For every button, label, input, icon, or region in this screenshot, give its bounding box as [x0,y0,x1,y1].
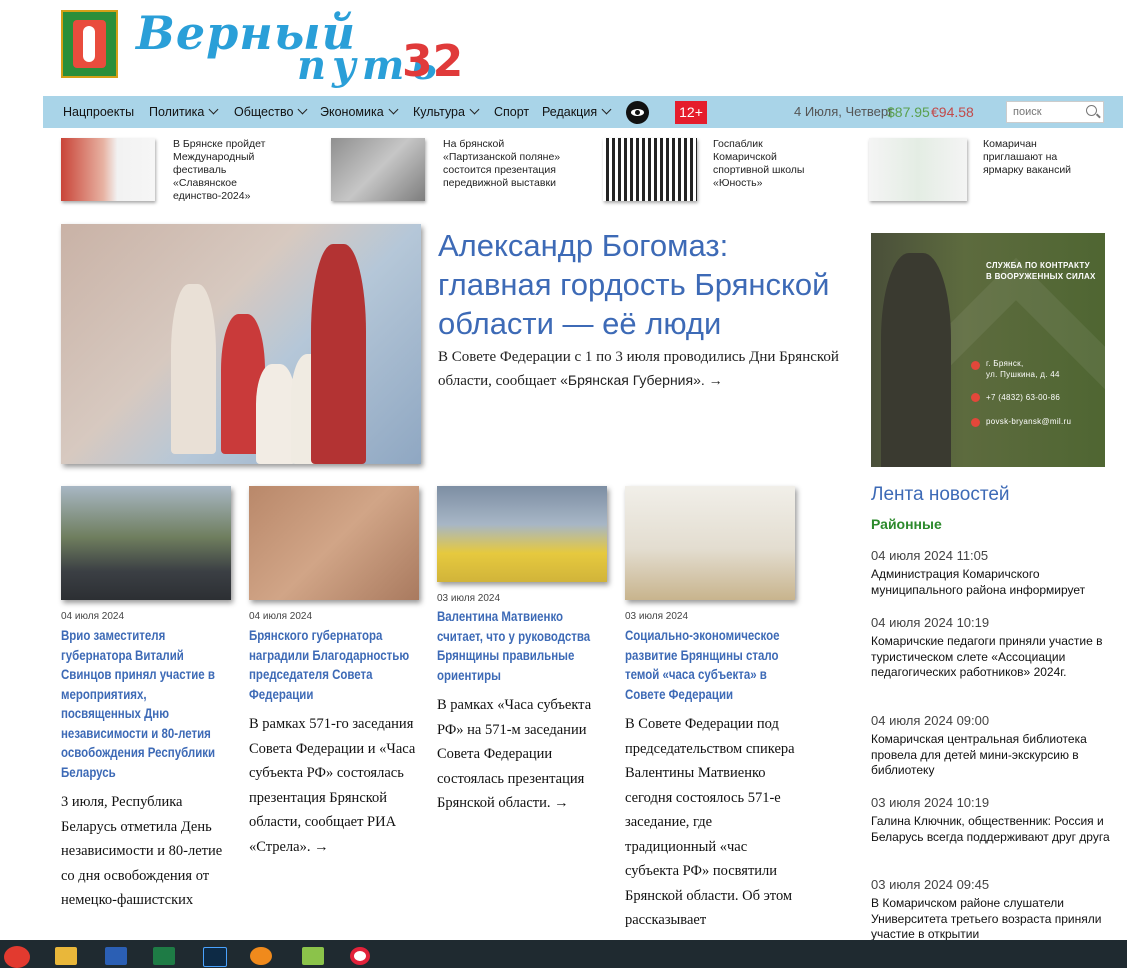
nav-item-redaktsiya[interactable]: Редакция [542,96,612,128]
mail-icon [971,418,980,427]
chevron-down-icon [601,104,612,115]
file-explorer-icon[interactable] [55,947,77,965]
feed-item-3[interactable]: Комаричская центральная библиотека прове… [871,732,1111,779]
main-article-lead: В Совете Федерации с 1 по 3 июля проводи… [438,349,839,389]
photoshop-icon[interactable] [203,947,227,967]
settings-icon[interactable] [250,947,272,965]
card-date-3: 03 июля 2024 [437,593,501,604]
strip-qr-image[interactable] [603,138,697,201]
yandex-browser-icon[interactable] [4,946,30,968]
contract-service-ad-banner[interactable]: СЛУЖБА ПО КОНТРАКТУ В ВООРУЖЕННЫХ СИЛАХ … [871,233,1105,467]
news-feed-subheading[interactable]: Районные [871,516,942,532]
location-pin-icon [971,361,980,370]
ad-phone: +7 (4832) 63-00-86 [986,393,1061,402]
card-image-1[interactable] [61,486,231,600]
nav-item-kultura[interactable]: Культура [413,96,480,128]
ad-email: povsk-bryansk@mil.ru [986,417,1072,426]
news-feed-heading[interactable]: Лента новостей [871,484,1010,506]
strip-link-1[interactable]: В Брянске пройдет Международный фестивал… [173,138,283,203]
accessibility-eye-icon[interactable] [626,101,649,124]
usd-rate: $87.95 [887,104,930,120]
card-title-1[interactable]: Врио заместителя губернатора Виталий Сви… [61,626,229,782]
card-title-4[interactable]: Социально-экономическое развитие Брянщин… [625,626,793,704]
phone-icon [971,393,980,402]
ad-address-1: г. Брянск, [986,359,1024,368]
logo-crest[interactable] [61,10,118,78]
strip-image-1[interactable] [61,138,155,201]
ad-line-1: СЛУЖБА ПО КОНТРАКТУ [986,261,1090,270]
feed-date-4: 03 июля 2024 10:19 [871,795,990,810]
nav-item-obshchestvo[interactable]: Общество [234,96,308,128]
card-image-4[interactable] [625,486,795,600]
feed-item-2[interactable]: Комаричские педагоги приняли участие в т… [871,634,1111,681]
eur-rate: €94.58 [931,104,974,120]
card-date-4: 03 июля 2024 [625,611,689,622]
feed-date-1: 04 июля 2024 11:05 [871,548,989,563]
ad-address-2: ул. Пушкина, д. 44 [986,370,1060,379]
main-article-image[interactable] [61,224,421,464]
strip-link-2[interactable]: На брянской «Партизанской поляне» состои… [443,138,573,190]
feed-item-4[interactable]: Галина Ключник, общественник: Россия и Б… [871,814,1111,845]
nav-item-natsproekty[interactable]: Нацпроекты [63,96,134,128]
word-icon[interactable] [105,947,127,965]
feed-date-3: 04 июля 2024 09:00 [871,713,990,728]
feed-item-1[interactable]: Администрация Комаричского муниципальног… [871,567,1111,598]
chevron-down-icon [208,104,219,115]
card-title-3[interactable]: Валентина Матвиенко считает, что у руков… [437,607,605,685]
feed-date-5: 03 июля 2024 09:45 [871,877,990,892]
main-article-link[interactable]: «Брянская Губерния». → [560,372,723,388]
strip-link-4[interactable]: Комаричан приглашают на ярмарку вакансий [983,138,1093,177]
logo-number[interactable]: 32 [402,36,463,87]
nav-item-politika[interactable]: Политика [149,96,219,128]
card-image-2[interactable] [249,486,419,600]
card-body-4: В Совете Федерации под председательством… [625,716,795,928]
card-date-2: 04 июля 2024 [249,611,313,622]
strip-image-4[interactable] [869,138,967,201]
feed-item-5[interactable]: В Комаричском районе слушатели Университ… [871,896,1111,940]
chevron-down-icon [388,104,399,115]
opera-icon[interactable] [350,947,370,965]
chevron-down-icon [297,104,308,115]
card-body-3: В рамках «Часа субъекта РФ» на 571-м зас… [437,697,592,811]
chevron-down-icon [469,104,480,115]
excel-icon[interactable] [153,947,175,965]
feed-date-2: 04 июля 2024 10:19 [871,615,990,630]
main-article-title[interactable]: Александр Богомаз: главная гордость Брян… [438,226,838,343]
ad-line-2: В ВООРУЖЕННЫХ СИЛАХ [986,272,1096,281]
nav-item-sport[interactable]: Спорт [494,96,529,128]
card-body-1: 3 июля, Республика Беларусь отметила Ден… [61,794,223,908]
current-date: 4 Июля, Четверг [794,104,893,119]
strip-link-3[interactable]: Госпаблик Комаричской спортивной школы «… [713,138,823,190]
strip-image-2[interactable] [331,138,425,201]
card-image-3[interactable] [437,486,607,582]
card-body-2: В рамках 571-го заседания Совета Федерац… [249,716,416,855]
card-date-1: 04 июля 2024 [61,611,125,622]
search-icon[interactable] [1086,105,1097,116]
card-title-2[interactable]: Брянского губернатора наградили Благодар… [249,626,417,704]
nav-item-ekonomika[interactable]: Экономика [320,96,399,128]
age-rating-badge: 12+ [675,101,707,124]
media-icon[interactable] [302,947,324,965]
